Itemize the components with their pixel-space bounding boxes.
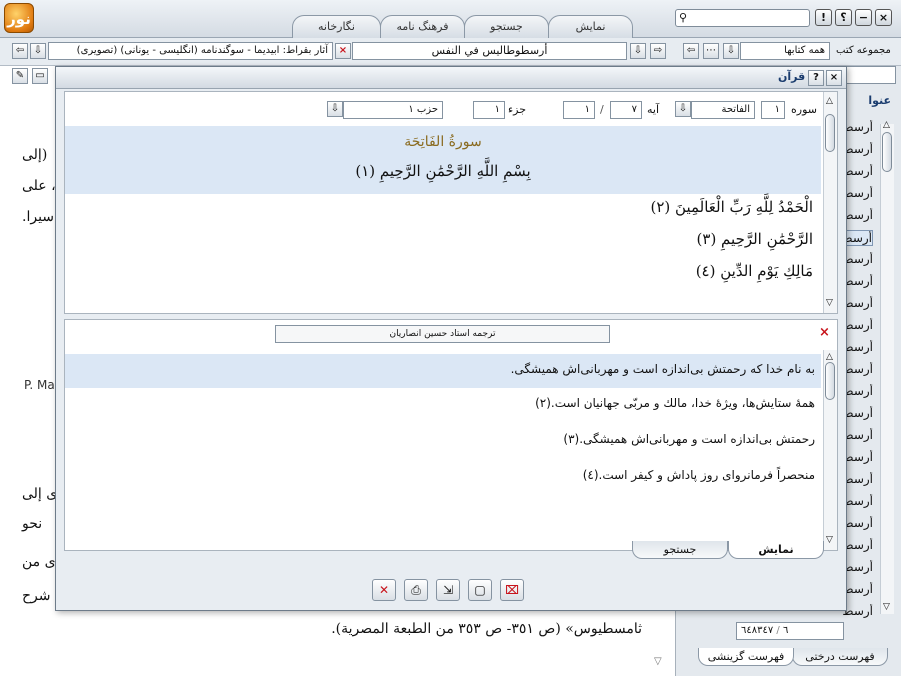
doc-line: نحو <box>22 516 43 532</box>
ayah-current-field[interactable]: ١ <box>563 101 595 119</box>
scroll-down-icon[interactable]: ▽ <box>654 656 662 667</box>
translator-select[interactable]: ترجمه استاد حسین انصاریان <box>275 325 610 343</box>
app-logo: نور <box>4 3 34 33</box>
doc-line: P. Ma <box>24 378 55 392</box>
contents-scrollbar[interactable]: △ ▽ <box>880 120 894 614</box>
close-series-icon[interactable]: × <box>335 43 351 59</box>
scroll-up-icon[interactable]: △ <box>826 352 833 362</box>
surah-label: سوره <box>791 103 817 116</box>
scroll-up-icon[interactable]: △ <box>826 96 833 106</box>
verse-basmala: بِسْمِ اللَّهِ الرَّحْمَٰنِ الرَّحِيمِ (… <box>355 162 531 180</box>
forward-arrow-icon[interactable]: ⇨ <box>650 43 666 59</box>
page-number-field[interactable]: ٦ / ٦٤٨٣٤٧ <box>736 622 844 640</box>
tab-selective-index[interactable]: فهرست گزينشى <box>698 648 794 666</box>
dialog-title: قرآن <box>778 70 806 83</box>
quran-pane: ⇩ حزب ١ ١ جزء ١ / ٧ آيه ⇩ الفاتحة ١ سوره… <box>64 91 838 314</box>
tab-display-inner[interactable]: نمایش <box>728 541 824 559</box>
remove-bookmark-icon[interactable]: ⌧ <box>500 579 524 601</box>
copy-icon[interactable]: ▢ <box>468 579 492 601</box>
close-button[interactable]: × <box>875 9 892 26</box>
ayah-separator: / <box>600 103 604 116</box>
scroll-down-icon[interactable]: ▽ <box>826 535 833 545</box>
wrench-icon[interactable]: ✎ <box>12 68 28 84</box>
verse: مَالِكِ يَوْمِ الدِّينِ (٤) <box>695 262 813 280</box>
book-title-field[interactable]: أرسطوطاليس في النفس <box>352 42 627 60</box>
scroll-thumb[interactable] <box>882 132 892 172</box>
dropdown-arrow-icon[interactable]: ⇩ <box>327 101 343 117</box>
dialog-close-button[interactable]: × <box>826 70 842 86</box>
more-icon[interactable]: ⋯ <box>703 43 719 59</box>
series-title-field[interactable]: آثار بقراط: ابيديما - سوگندنامه (انگليسى… <box>48 42 333 60</box>
collection-select[interactable]: همه كتابها <box>740 42 830 60</box>
juz-field[interactable]: ١ <box>473 101 505 119</box>
doc-line: (إلى <box>22 147 48 163</box>
minimize-button[interactable]: − <box>855 9 872 26</box>
juz-label: جزء <box>508 103 527 116</box>
dropdown-arrow-icon[interactable]: ⇩ <box>630 43 646 59</box>
close-translation-icon[interactable]: × <box>819 325 830 340</box>
verse: الْحَمْدُ لِلَّهِ رَبِّ الْعَالَمِينَ (٢… <box>650 198 814 216</box>
collection-label: مجموعه كتب <box>836 45 891 56</box>
contents-header: عنوا <box>868 94 891 107</box>
scroll-thumb[interactable] <box>825 114 835 152</box>
book-toolbar: ⇦ ⇩ آثار بقراط: ابيديما - سوگندنامه (انگ… <box>0 38 901 66</box>
surah-number-field[interactable]: ١ <box>761 101 785 119</box>
translation-line: رحمتش بى‌اندازه است و مهربانى‌اش هميشگى.… <box>563 432 815 446</box>
dialog-titlebar: قرآن ? × <box>56 67 846 89</box>
hizb-select[interactable]: حزب ١ <box>343 101 443 119</box>
tab-search-inner[interactable]: جستجو <box>632 541 728 559</box>
doc-line: سيرا. <box>22 209 55 225</box>
quran-dialog: قرآن ? × ⇩ حزب ١ ١ جزء ١ / ٧ آيه ⇩ الفات… <box>55 66 847 611</box>
tab-display[interactable]: نمایش <box>548 15 633 38</box>
surah-name-select[interactable]: الفاتحة <box>691 101 755 119</box>
tab-dictionary[interactable]: فرهنگ نامه <box>380 15 465 38</box>
dialog-help-button[interactable]: ? <box>808 70 824 86</box>
global-search-input[interactable]: ⚲ <box>675 9 810 27</box>
tab-search[interactable]: جستجو <box>464 15 549 38</box>
tab-gallery[interactable]: نگارخانه <box>292 15 381 38</box>
info-button[interactable]: ! <box>815 9 832 26</box>
contents-filter-input[interactable] <box>846 66 896 84</box>
verse: الرَّحْمَٰنِ الرَّحِيمِ (٣) <box>696 230 813 248</box>
doc-line: ى من <box>22 554 56 570</box>
dropdown-arrow-icon[interactable]: ⇩ <box>675 101 691 117</box>
export-icon[interactable]: ⇲ <box>436 579 460 601</box>
scroll-up-icon[interactable]: △ <box>883 120 890 130</box>
dropdown-arrow-icon[interactable]: ⇩ <box>30 43 46 59</box>
print-icon[interactable]: ⎙ <box>404 579 428 601</box>
doc-line: شرح <box>22 588 51 604</box>
scroll-down-icon[interactable]: ▽ <box>826 298 833 308</box>
doc-line: ى إلى <box>22 486 58 502</box>
quran-scrollbar[interactable]: △ ▽ <box>823 92 837 313</box>
tab-tree-index[interactable]: فهرست درختى <box>792 648 888 666</box>
doc-line: ، على <box>22 178 56 194</box>
ayah-total-field: ٧ <box>610 101 642 119</box>
doc-bottom-line: ثامسطيوس» (ص ٣٥١- ص ٣٥٣ من الطبعة المصري… <box>331 621 642 637</box>
translation-scrollbar[interactable]: △ ▽ <box>823 350 837 550</box>
top-bar: نور نمایش جستجو فرهنگ نامه نگارخانه ⚲ ! … <box>0 0 901 38</box>
back-arrow-icon[interactable]: ⇦ <box>683 43 699 59</box>
cancel-button[interactable]: ✕ <box>372 579 396 601</box>
layout-icon[interactable]: ▭ <box>32 68 48 84</box>
translation-pane: ترجمه استاد حسین انصاریان × به نام خدا ك… <box>64 319 838 551</box>
translation-line: به نام خدا كه رحمتش بى‌اندازه است و مهرب… <box>510 362 815 376</box>
search-icon: ⚲ <box>679 11 688 24</box>
translation-line: همهٔ ستايش‌ها، ويژهٔ خدا، مالك و مربّى ج… <box>535 396 815 410</box>
scroll-down-icon[interactable]: ▽ <box>883 602 890 612</box>
surah-heading: سورةُ الفَاتِحَة <box>404 134 482 150</box>
help-button[interactable]: ؟ <box>835 9 852 26</box>
back-arrow-icon[interactable]: ⇦ <box>12 43 28 59</box>
ayah-label: آيه <box>647 103 660 116</box>
dropdown-arrow-icon[interactable]: ⇩ <box>723 43 739 59</box>
translation-line: منحصراً فرمانرواى روز پاداش و كيفر است.(… <box>582 468 815 482</box>
scroll-thumb[interactable] <box>825 362 835 400</box>
